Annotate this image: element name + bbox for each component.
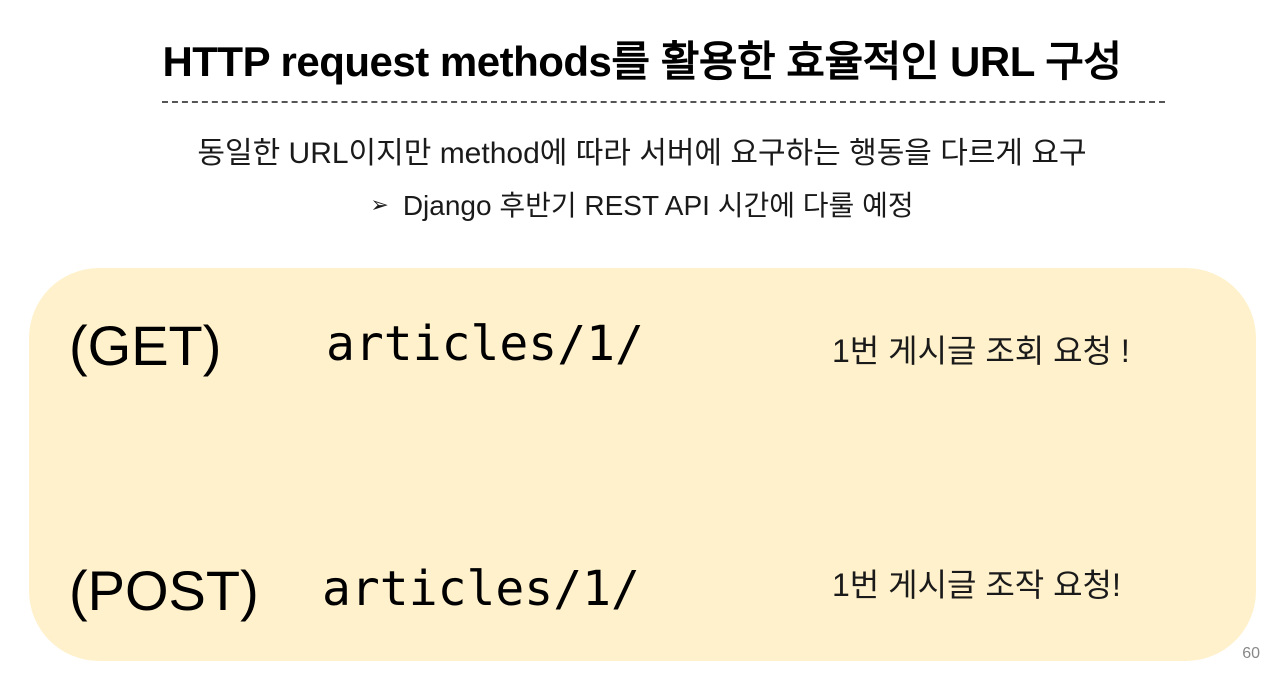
page-number: 60 [1242, 645, 1260, 662]
arrowhead-bullet-icon: ➢ [370, 192, 389, 217]
post-description: 1번 게시글 조작 요청! [832, 567, 1121, 603]
examples-panel: (GET) articles/1/ 1번 게시글 조회 요청 ! (POST) … [29, 268, 1256, 661]
bullet-note-text: Django 후반기 REST API 시간에 다룰 예정 [402, 190, 914, 221]
get-method-label: (GET) [69, 314, 222, 377]
title-divider [162, 101, 1165, 103]
get-url-path: articles/1/ [326, 316, 644, 372]
bullet-note: ➢ Django 후반기 REST API 시간에 다룰 예정 [0, 184, 1284, 224]
post-method-label: (POST) [69, 559, 259, 622]
slide-title: HTTP request methods를 활용한 효율적인 URL 구성 [162, 38, 1122, 85]
slide-subtitle: 동일한 URL이지만 method에 따라 서버에 요구하는 행동을 다르게 요… [197, 137, 1087, 170]
post-url-path: articles/1/ [322, 561, 640, 617]
get-description: 1번 게시글 조회 요청 ! [832, 333, 1130, 369]
